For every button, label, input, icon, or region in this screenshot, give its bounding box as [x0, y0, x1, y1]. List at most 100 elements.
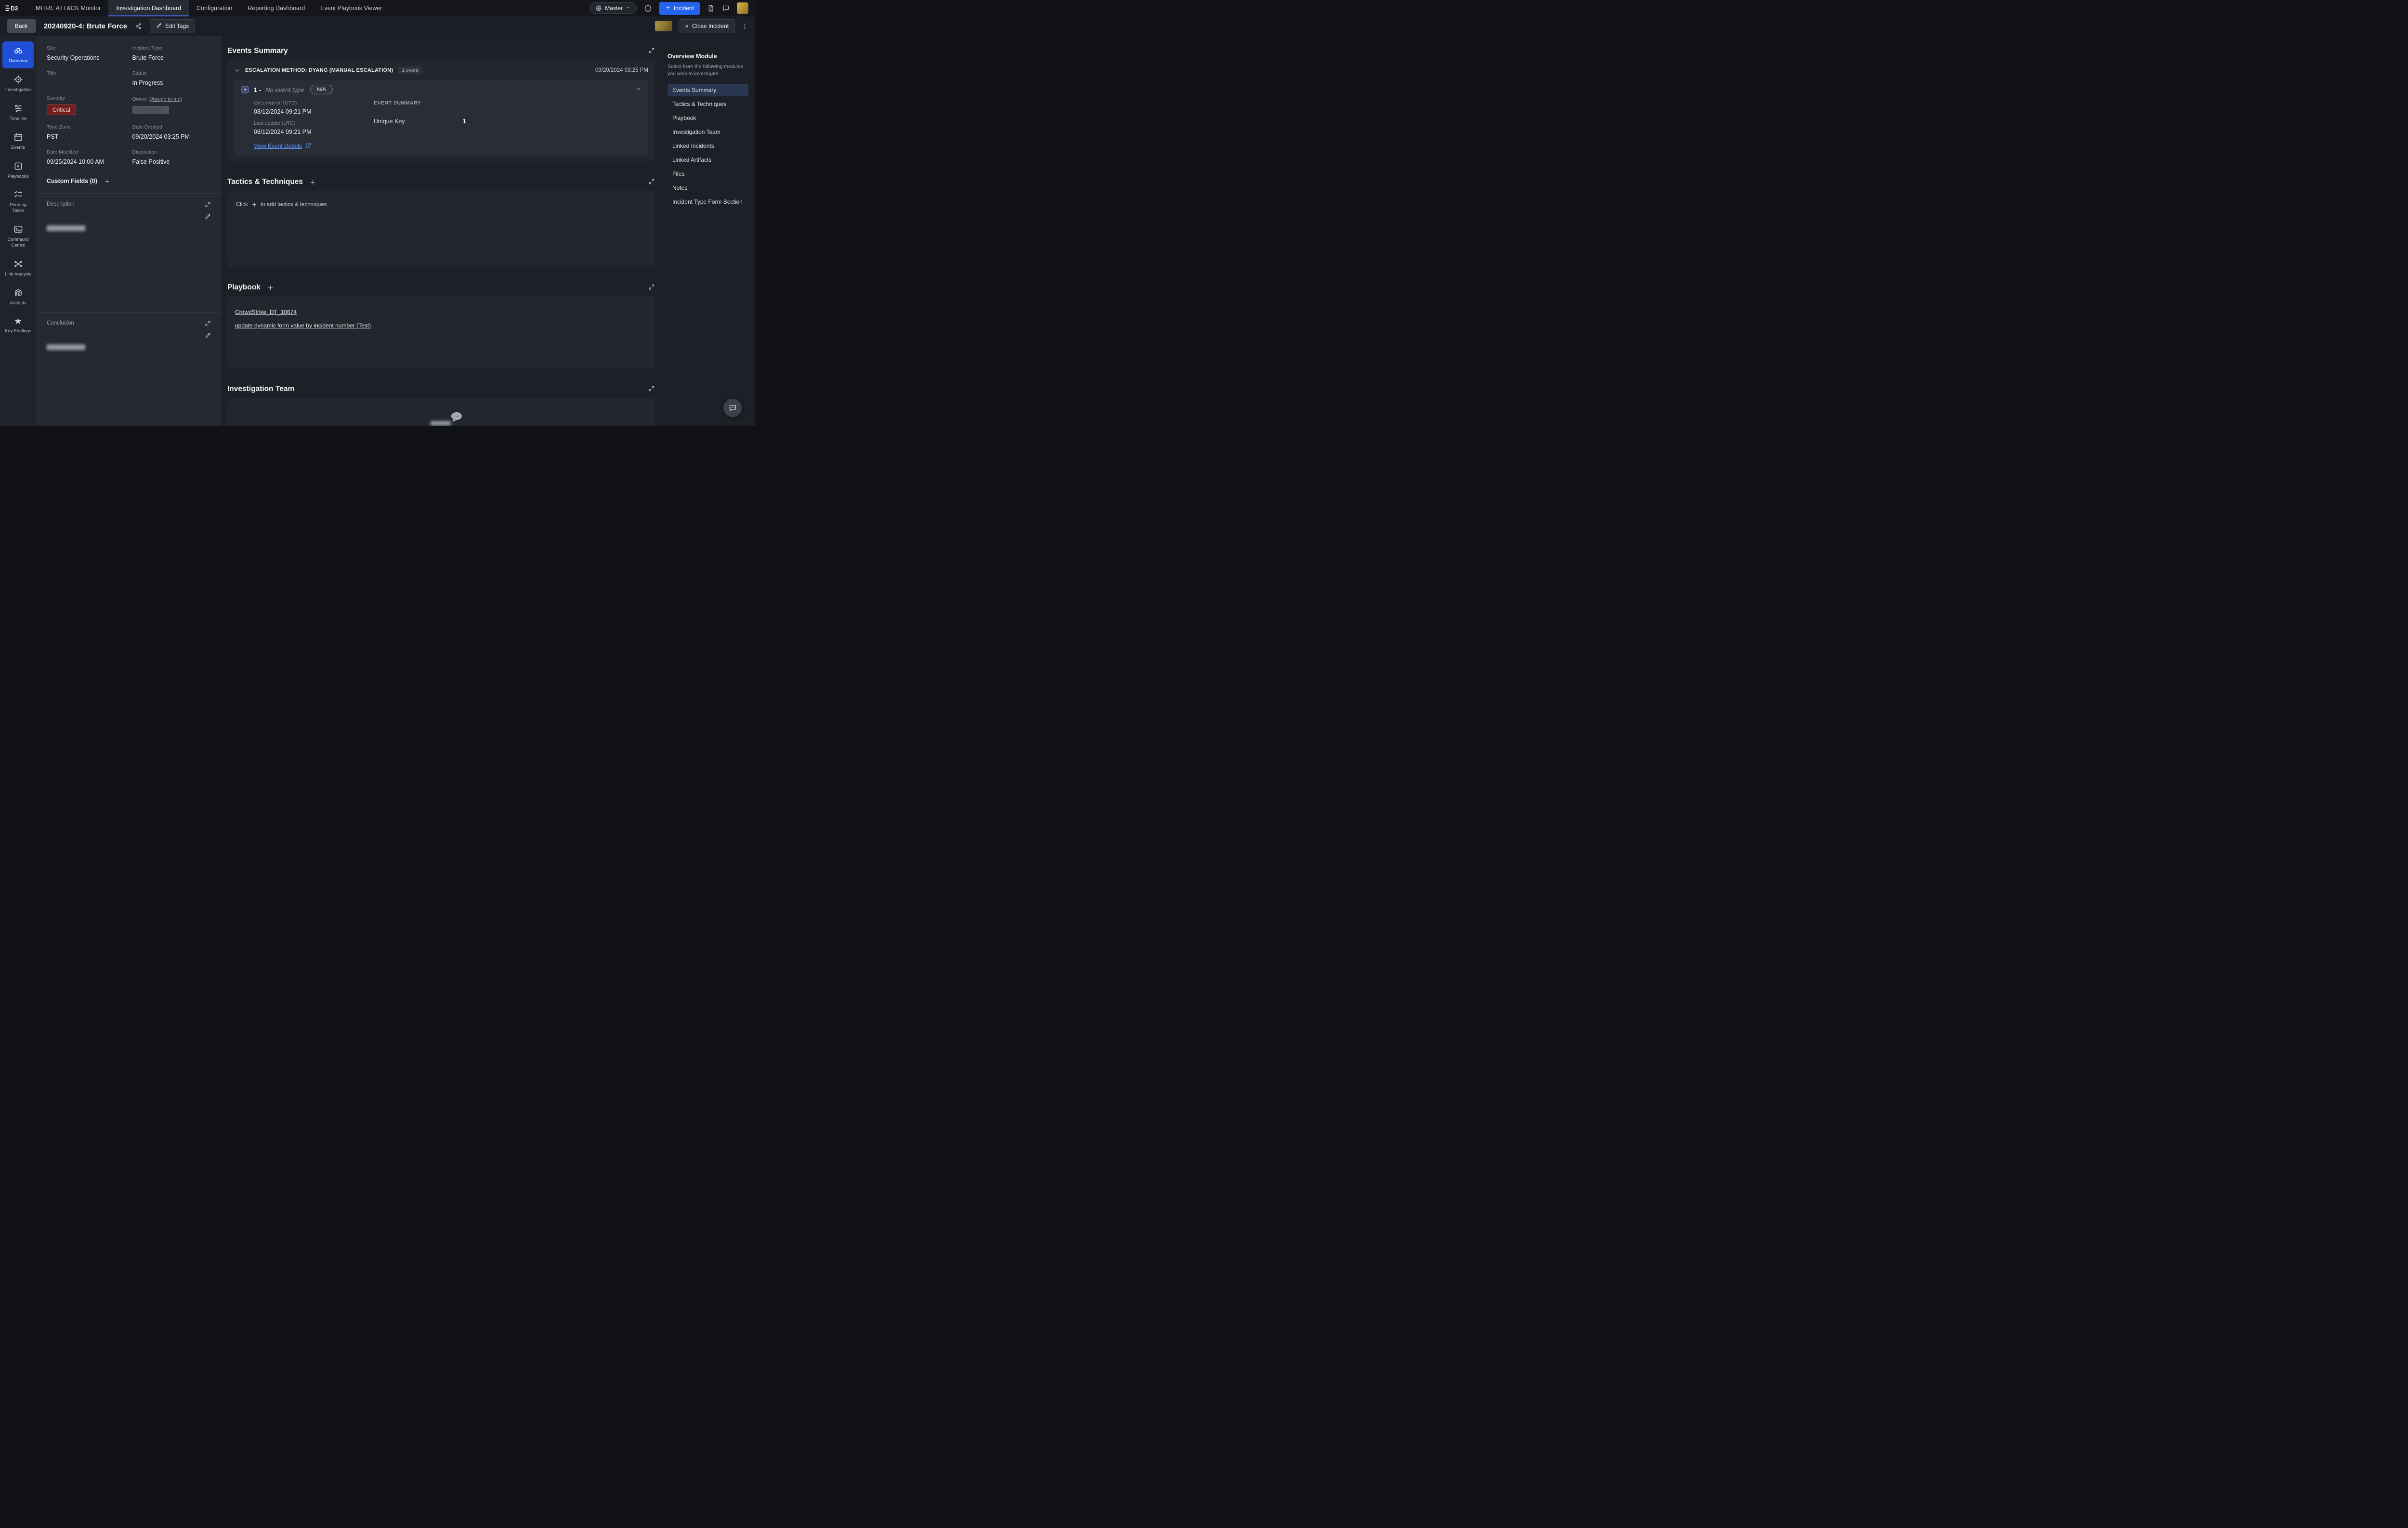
expand-events-summary-icon[interactable] [648, 47, 655, 55]
sidebar-item-investigation[interactable]: Investigation [2, 70, 34, 97]
sidebar-item-command-centre[interactable]: Command Centre [2, 220, 34, 253]
d3-logo[interactable]: D3 [0, 0, 28, 16]
sidebar-item-label: Overview [9, 58, 28, 64]
unique-key-row: Unique Key 1 [374, 118, 639, 125]
module-item-investigation-team[interactable]: Investigation Team [667, 126, 748, 138]
module-item-playbook[interactable]: Playbook [667, 112, 748, 124]
external-link-icon [305, 142, 312, 150]
add-incident-button[interactable]: Incident [659, 2, 700, 15]
pencil-icon [156, 23, 162, 30]
severity-badge: Critical [47, 104, 76, 115]
events-summary-header: Events Summary [227, 46, 655, 56]
edit-conclusion-icon[interactable] [205, 332, 211, 339]
sidebar-item-events[interactable]: Events [2, 128, 34, 155]
nav-event-playbook-viewer[interactable]: Event Playbook Viewer [313, 0, 390, 16]
sidebar-item-key-findings[interactable]: ★ Key Findings [2, 313, 34, 339]
plus-icon [251, 202, 257, 208]
app-root: D3 MITRE ATT&CK Monitor Investigation Da… [0, 0, 755, 426]
overview-module-panel: Overview Module Select from the followin… [660, 36, 755, 426]
unique-key-value: 1 [463, 118, 466, 125]
sidebar-item-label: Key Findings [5, 328, 31, 334]
support-chat-fab[interactable] [723, 399, 742, 417]
field-label: Title [47, 70, 126, 76]
sidebar-item-label: Playbooks [8, 174, 29, 180]
expand-description-icon[interactable] [205, 201, 211, 208]
nav-investigation-dashboard[interactable]: Investigation Dashboard [108, 0, 189, 16]
add-playbook-button[interactable] [267, 284, 274, 291]
edit-description-icon[interactable] [205, 213, 211, 220]
field-label: Severity [47, 95, 126, 101]
document-icon[interactable] [707, 4, 715, 12]
field-site: Site Security Operations [47, 45, 126, 61]
edit-tags-button[interactable]: Edit Tags [150, 19, 195, 33]
last-update-label: Last update (UTC) [254, 120, 353, 126]
main-nav: MITRE ATT&CK Monitor Investigation Dashb… [28, 0, 390, 16]
expand-investigation-team-icon[interactable] [648, 385, 655, 393]
sidebar-item-label: Command Centre [4, 237, 32, 248]
field-date-created: Date Created 09/20/2024 03:25 PM [132, 124, 211, 140]
expand-tactics-icon[interactable] [648, 178, 655, 186]
close-incident-button[interactable]: × Close Incident [679, 19, 735, 33]
tactics-empty-prefix: Click [236, 202, 248, 208]
module-item-files[interactable]: Files [667, 168, 748, 180]
overview-module-title: Overview Module [667, 53, 748, 60]
redacted-avatar [655, 21, 672, 31]
module-item-notes[interactable]: Notes [667, 182, 748, 194]
nav-reporting-dashboard[interactable]: Reporting Dashboard [240, 0, 313, 16]
top-nav: D3 MITRE ATT&CK Monitor Investigation Da… [0, 0, 755, 16]
playbook-link[interactable]: update dynamic form value by incident nu… [235, 322, 371, 329]
escalation-group-header[interactable]: ESCALATION METHOD: DYANG (MANUAL ESCALAT… [234, 64, 648, 77]
module-item-events-summary[interactable]: Events Summary [667, 84, 748, 96]
incident-details-panel: Site Security Operations Incident Type B… [36, 36, 222, 426]
kebab-menu-icon[interactable] [741, 23, 748, 30]
assign-to-me-link[interactable]: (Assign to me) [149, 96, 182, 102]
info-icon[interactable] [644, 4, 652, 13]
redacted-avatar [737, 2, 748, 14]
sidebar-item-artifacts[interactable]: Artifacts [2, 284, 34, 311]
add-custom-field-button[interactable] [104, 178, 110, 184]
last-update-value: 08/12/2024 09:21 PM [254, 129, 353, 135]
field-owner: Owner(Assign to me) [132, 95, 211, 115]
sidebar-item-playbooks[interactable]: Playbooks [2, 157, 34, 184]
field-title: Title - [47, 70, 126, 86]
master-dropdown[interactable]: Master [589, 2, 637, 14]
custom-fields-row: Custom Fields (0) [47, 178, 211, 184]
divider [36, 193, 222, 194]
nav-configuration[interactable]: Configuration [189, 0, 240, 16]
field-time-zone: Time Zone PST [47, 124, 126, 140]
team-chat-bubble-icon [450, 411, 463, 424]
user-avatar[interactable] [737, 2, 748, 14]
chevron-up-icon[interactable] [635, 86, 641, 93]
module-item-tactics-techniques[interactable]: Tactics & Techniques [667, 98, 748, 110]
module-item-incident-type-form-section[interactable]: Incident Type Form Section [667, 196, 748, 208]
playbook-header: Playbook [227, 282, 655, 293]
expand-conclusion-icon[interactable] [205, 320, 211, 326]
sidebar-item-pending-tasks[interactable]: Pending Tasks [2, 185, 34, 218]
playbook-link[interactable]: CrowdStrike_DT_10674 [235, 309, 297, 315]
sidebar-item-timeline[interactable]: Timeline [2, 99, 34, 126]
field-date-modified: Date Modified 09/25/2024 10:00 AM [47, 149, 126, 165]
owner-value [132, 106, 169, 114]
redacted-description [47, 225, 85, 231]
unique-key-label: Unique Key [374, 118, 463, 125]
nav-mitre-attck-monitor[interactable]: MITRE ATT&CK Monitor [28, 0, 108, 16]
calendar-icon [13, 132, 23, 142]
share-icon[interactable] [135, 23, 142, 30]
back-button[interactable]: Back [7, 19, 36, 33]
custom-fields-label: Custom Fields (0) [47, 178, 97, 184]
chat-icon[interactable] [722, 4, 730, 12]
tactics-empty-state: Click to add tactics & techniques [236, 202, 646, 208]
overview-module-subtitle: Select from the following modules you wi… [667, 63, 748, 78]
module-item-linked-incidents[interactable]: Linked Incidents [667, 140, 748, 152]
chevron-down-icon[interactable] [234, 67, 240, 74]
view-event-details-link[interactable]: View Event Details [254, 142, 312, 150]
binoculars-icon [13, 46, 23, 55]
add-tactics-button[interactable] [309, 179, 316, 186]
module-item-linked-artifacts[interactable]: Linked Artifacts [667, 154, 748, 166]
expand-playbook-icon[interactable] [648, 284, 655, 292]
field-severity: Severity Critical [47, 95, 126, 115]
sidebar-item-overview[interactable]: Overview [2, 41, 34, 68]
field-label: Date Created [132, 124, 211, 130]
field-label: Disposition [132, 149, 211, 155]
sidebar-item-link-analysis[interactable]: Link Analysis [2, 255, 34, 282]
